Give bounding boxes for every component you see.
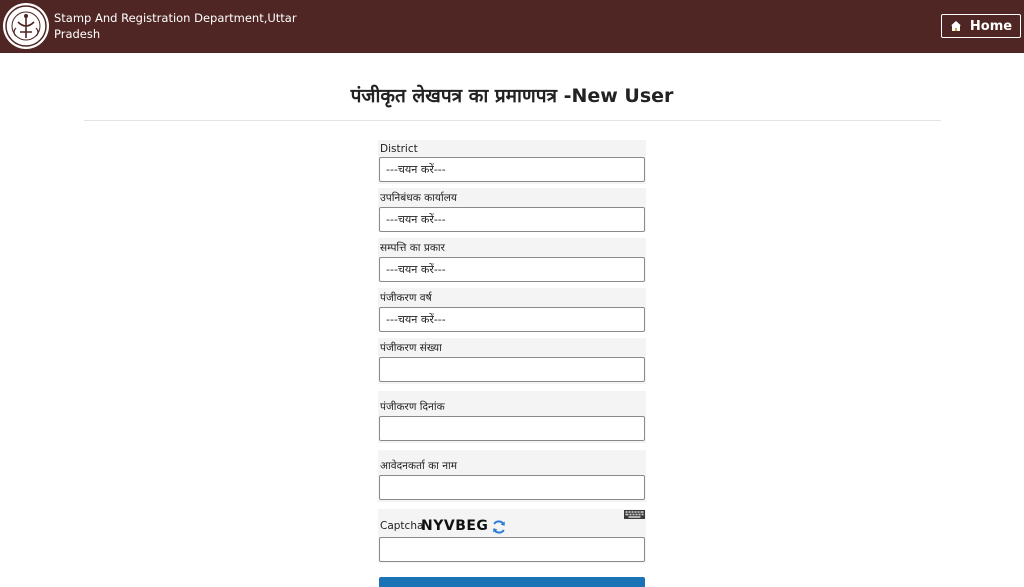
captcha-input[interactable] [379,537,645,562]
property-type-label: सम्पत्ति का प्रकार [380,242,445,254]
home-button[interactable]: Home [941,14,1021,38]
registration-number-input[interactable] [379,357,645,382]
district-select[interactable]: ---चयन करें--- [379,157,645,182]
registration-year-select[interactable]: ---चयन करें--- [379,307,645,332]
home-label: Home [969,18,1013,34]
registration-date-label: पंजीकरण दिनांक [380,401,445,413]
virtual-keyboard-icon[interactable] [624,510,645,519]
captcha-code: NYVBEG [421,518,489,534]
submit-button[interactable] [379,577,645,587]
registration-year-label: पंजीकरण वर्ष [380,292,432,304]
registration-date-input[interactable] [379,416,645,441]
title-divider [84,120,941,121]
sub-registrar-office-label: उपनिबंधक कार्यालय [380,192,457,204]
property-type-select[interactable]: ---चयन करें--- [379,257,645,282]
home-icon [950,21,961,31]
captcha-label: Captcha [380,520,424,532]
sub-registrar-office-select[interactable]: ---चयन करें--- [379,207,645,232]
brand-line-2: Pradesh [54,27,101,41]
applicant-name-input[interactable] [379,475,645,500]
refresh-captcha-icon[interactable] [491,519,507,535]
registration-number-label: पंजीकरण संख्या [380,342,442,354]
brand-line-1: Stamp And Registration Department,Uttar [54,11,297,25]
certificate-form: District ---चयन करें--- उपनिबंधक कार्याल… [378,140,646,587]
district-label: District [380,143,418,155]
brand-title: Stamp And Registration Department,Uttar … [54,10,314,42]
applicant-name-label: आवेदनकर्ता का नाम [380,460,458,472]
up-government-emblem-logo [3,3,49,49]
top-header: Stamp And Registration Department,Uttar … [0,0,1024,53]
page-title: पंजीकृत लेखपत्र का प्रमाणपत्र -New User [350,85,674,107]
